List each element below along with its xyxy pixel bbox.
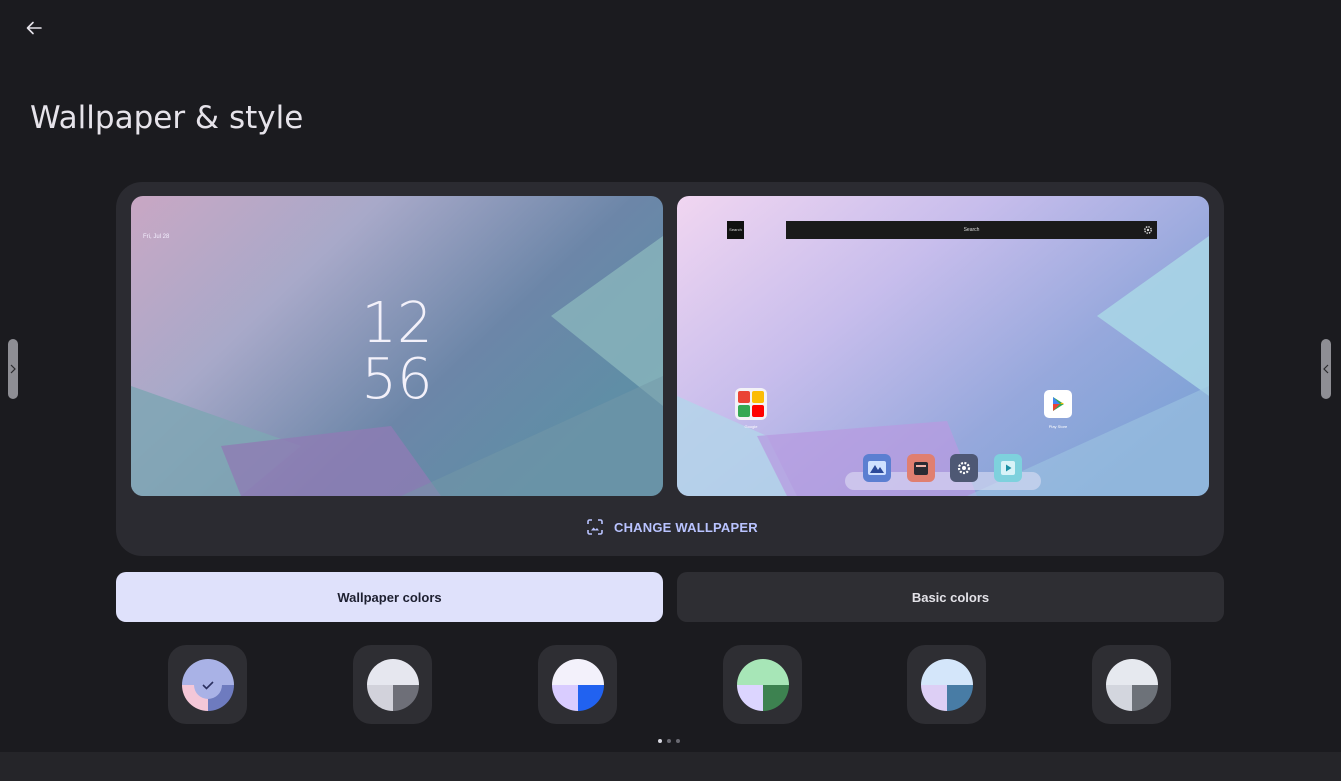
tab-wallpaper-colors[interactable]: Wallpaper colors	[116, 572, 663, 622]
color-swatch-2	[366, 658, 419, 711]
tab-basic-colors-label: Basic colors	[911, 589, 990, 605]
color-option-1[interactable]	[168, 645, 247, 724]
back-button[interactable]	[18, 12, 50, 44]
right-panel-handle[interactable]	[1321, 339, 1331, 399]
tab-basic-colors[interactable]: Basic colors	[677, 572, 1224, 622]
google-folder-icon	[735, 388, 767, 420]
mini-search-label: Search	[963, 227, 980, 233]
color-swatch-4	[736, 658, 789, 711]
lock-date: Fri, Jul 28	[143, 234, 170, 240]
color-option-3[interactable]	[538, 645, 617, 724]
settings-app-icon	[950, 454, 978, 482]
clock-minute: 56	[361, 347, 433, 412]
chevron-left-icon	[1323, 364, 1329, 374]
chevron-right-icon	[10, 364, 16, 374]
lock-clock: 12 56	[131, 296, 663, 408]
wallpaper-preview-card: Fri, Jul 28 12 56 Search Search Google P…	[116, 182, 1224, 556]
play-store-label: Play Store	[1048, 424, 1068, 429]
mini-search-bar: Search	[786, 221, 1157, 239]
change-wallpaper-button[interactable]: CHANGE WALLPAPER	[586, 516, 758, 538]
play-store-icon	[1044, 390, 1072, 418]
color-option-5[interactable]	[907, 645, 986, 724]
photos-app-icon	[863, 454, 891, 482]
color-option-6[interactable]	[1092, 645, 1171, 724]
navigation-bar	[0, 752, 1341, 781]
change-wallpaper-label: CHANGE WALLPAPER	[614, 519, 758, 535]
arrow-back-icon	[26, 21, 42, 35]
color-swatch-1	[181, 658, 234, 711]
color-option-2[interactable]	[353, 645, 432, 724]
page-indicator	[658, 739, 680, 743]
color-swatch-6	[1105, 658, 1158, 711]
folder-label: Google	[744, 424, 758, 429]
mini-search-button: Search	[727, 221, 744, 239]
page-dot	[676, 739, 680, 743]
left-panel-handle[interactable]	[8, 339, 18, 399]
gear-icon	[1144, 226, 1152, 234]
clock-hour: 12	[361, 291, 433, 356]
wallpaper-icon	[587, 519, 603, 535]
files-app-icon	[907, 454, 935, 482]
tab-wallpaper-colors-label: Wallpaper colors	[337, 589, 442, 605]
lock-screen-preview[interactable]: Fri, Jul 28 12 56	[131, 196, 663, 496]
page-dot	[658, 739, 662, 743]
color-option-4[interactable]	[723, 645, 802, 724]
page-dot	[667, 739, 671, 743]
play-app-icon	[994, 454, 1022, 482]
wallpaper-image	[677, 196, 1209, 496]
color-swatch-5	[920, 658, 973, 711]
color-swatch-3	[551, 658, 604, 711]
page-title: Wallpaper & style	[30, 100, 304, 136]
home-screen-preview[interactable]: Search Search Google Play Store	[677, 196, 1209, 496]
